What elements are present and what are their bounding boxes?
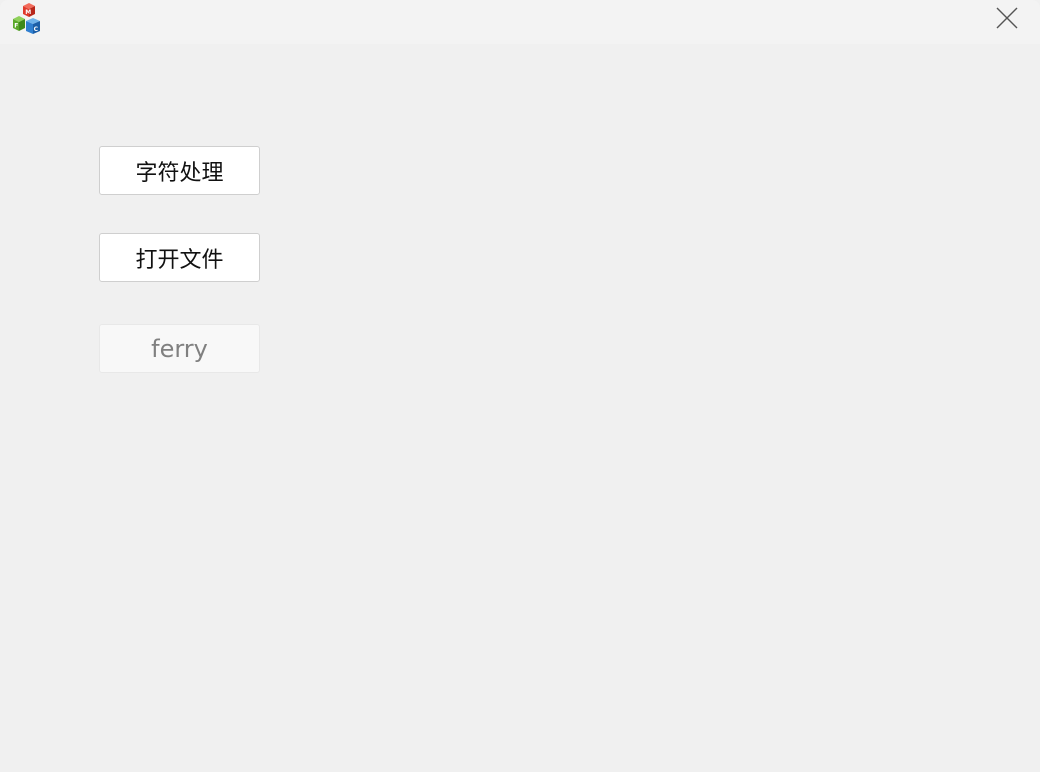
app-window: M F C 字符处理 打开文件 ferry xyxy=(0,0,1040,772)
open-file-button[interactable]: 打开文件 xyxy=(99,233,260,282)
title-bar[interactable]: M F C xyxy=(0,0,1040,44)
mfc-cubes-icon: M F C xyxy=(12,2,46,36)
char-process-button[interactable]: 字符处理 xyxy=(99,146,260,195)
svg-text:C: C xyxy=(34,26,39,33)
close-button[interactable] xyxy=(974,0,1040,36)
svg-text:M: M xyxy=(25,9,31,16)
svg-text:F: F xyxy=(14,23,18,30)
close-icon xyxy=(996,7,1018,29)
ferry-button[interactable]: ferry xyxy=(99,324,260,373)
